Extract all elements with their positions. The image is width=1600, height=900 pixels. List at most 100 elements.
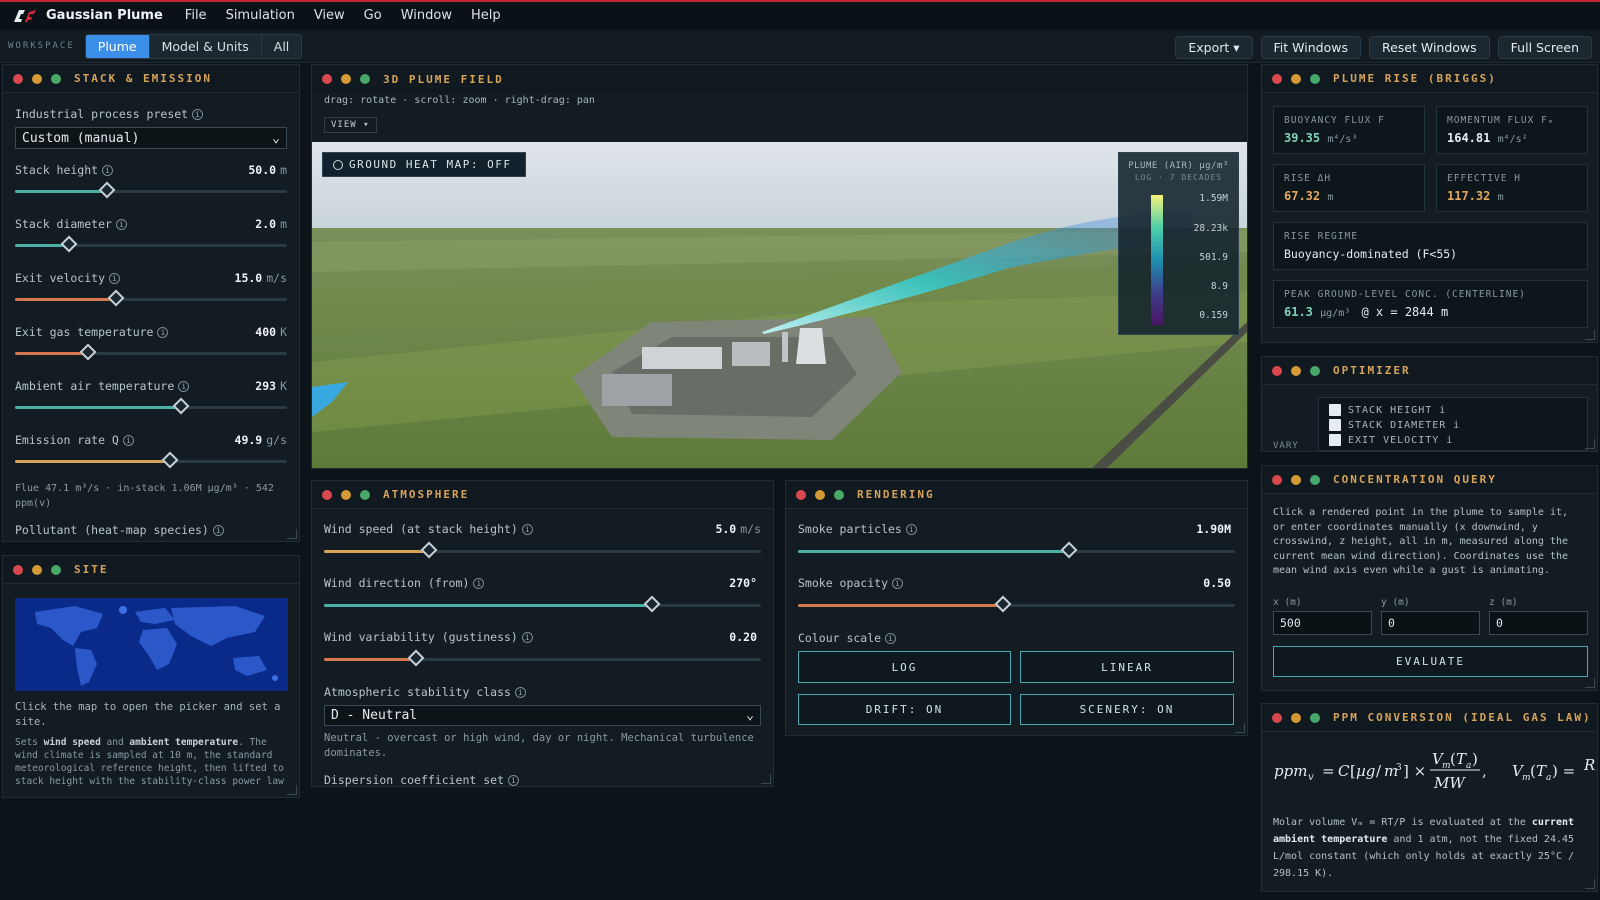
tab-plume[interactable]: Plume [85,34,150,58]
info-icon[interactable]: i [115,219,127,230]
slider-handle[interactable] [1060,541,1078,559]
close-icon[interactable] [1272,365,1282,376]
slider-track[interactable] [324,541,761,559]
close-icon[interactable] [322,74,332,84]
y-input[interactable]: 0 [1381,611,1480,635]
slider-track[interactable] [798,595,1235,613]
menu-simulation[interactable]: Simulation [226,8,295,23]
preset-select[interactable]: Custom (manual) ⌄ [15,127,287,149]
minimize-icon[interactable] [341,74,351,84]
menu-window[interactable]: Window [401,8,452,23]
slider-track[interactable] [15,343,287,361]
plume-scene-image[interactable] [312,142,1247,468]
evaluate-button[interactable]: EVALUATE [1273,646,1588,677]
info-icon[interactable]: i [508,775,520,786]
close-icon[interactable] [13,73,23,84]
drift-toggle-button[interactable]: DRIFT: ON [798,694,1011,725]
close-icon[interactable] [796,489,806,500]
info-icon[interactable]: i [892,578,904,589]
resize-handle[interactable] [287,785,297,795]
resize-handle[interactable] [1585,330,1595,340]
minimize-icon[interactable] [341,489,351,500]
resize-handle[interactable] [1585,439,1595,449]
menu-file[interactable]: File [185,8,207,23]
tab-model-units[interactable]: Model & Units [149,34,262,58]
close-icon[interactable] [322,489,332,500]
menu-go[interactable]: Go [364,8,382,23]
3d-viewport[interactable]: GROUND HEAT MAP: OFF PLUME (AIR) µg/m³ L… [312,142,1247,468]
slider-handle[interactable] [98,181,116,199]
view-button[interactable]: VIEW ▾ [324,117,377,133]
fit-windows-button[interactable]: Fit Windows [1260,36,1361,59]
info-icon[interactable]: i [109,273,121,284]
linear-scale-button[interactable]: LINEAR [1020,651,1234,683]
info-icon[interactable]: i [102,165,114,176]
maximize-icon[interactable] [360,489,370,500]
maximize-icon[interactable] [51,564,61,575]
resize-handle[interactable] [287,529,297,539]
slider-track[interactable] [15,451,287,469]
stability-select[interactable]: D - Neutral ⌄ [324,705,761,726]
slider-track[interactable] [15,289,287,307]
resize-handle[interactable] [1585,879,1595,889]
slider-track[interactable] [15,235,287,253]
slider-handle[interactable] [994,595,1012,613]
close-icon[interactable] [1272,712,1282,723]
slider-handle[interactable] [172,397,190,415]
slider-handle[interactable] [107,289,125,307]
checkbox-exit-velocity[interactable]: EXIT VELOCITY i [1329,434,1577,446]
info-icon[interactable]: i [885,633,897,644]
slider-track[interactable] [324,649,761,667]
resize-handle[interactable] [1235,723,1245,733]
ground-heat-map-toggle[interactable]: GROUND HEAT MAP: OFF [322,152,527,177]
resize-handle[interactable] [761,774,771,784]
checkbox-stack-height[interactable]: STACK HEIGHT i [1329,404,1577,416]
info-icon[interactable]: i [178,381,190,392]
maximize-icon[interactable] [1310,712,1320,723]
info-icon[interactable]: i [521,632,533,643]
minimize-icon[interactable] [1291,73,1301,84]
x-input[interactable]: 500 [1273,611,1372,635]
slider-track[interactable] [324,595,761,613]
info-icon[interactable]: i [473,578,485,589]
slider-handle[interactable] [420,541,438,559]
menu-view[interactable]: View [314,8,345,23]
menu-help[interactable]: Help [471,8,501,23]
info-icon[interactable]: i [157,327,169,338]
info-icon[interactable]: i [192,109,204,120]
maximize-icon[interactable] [1310,73,1320,84]
maximize-icon[interactable] [51,73,61,84]
minimize-icon[interactable] [815,489,825,500]
close-icon[interactable] [1272,73,1282,84]
slider-handle[interactable] [407,649,425,667]
maximize-icon[interactable] [360,74,370,84]
minimize-icon[interactable] [32,73,42,84]
slider-track[interactable] [15,181,287,199]
slider-track[interactable] [798,541,1235,559]
export-button[interactable]: Export ▾ [1175,36,1253,59]
slider-handle[interactable] [60,235,78,253]
reset-windows-button[interactable]: Reset Windows [1368,36,1490,59]
maximize-icon[interactable] [834,489,844,500]
world-map[interactable] [15,598,288,691]
info-icon[interactable]: i [514,687,526,698]
minimize-icon[interactable] [32,564,42,575]
minimize-icon[interactable] [1291,365,1301,376]
close-icon[interactable] [13,564,23,575]
info-icon[interactable]: i [521,524,533,535]
slider-handle[interactable] [643,595,661,613]
tab-all[interactable]: All [261,34,302,58]
log-scale-button[interactable]: LOG [798,651,1011,683]
z-input[interactable]: 0 [1489,611,1588,635]
info-icon[interactable]: i [905,524,917,535]
checkbox-stack-diameter[interactable]: STACK DIAMETER i [1329,419,1577,431]
resize-handle[interactable] [1585,678,1595,688]
maximize-icon[interactable] [1310,474,1320,485]
maximize-icon[interactable] [1310,365,1320,376]
close-icon[interactable] [1272,474,1282,485]
minimize-icon[interactable] [1291,712,1301,723]
slider-handle[interactable] [79,343,97,361]
scenery-toggle-button[interactable]: SCENERY: ON [1020,694,1234,725]
minimize-icon[interactable] [1291,474,1301,485]
slider-track[interactable] [15,397,287,415]
